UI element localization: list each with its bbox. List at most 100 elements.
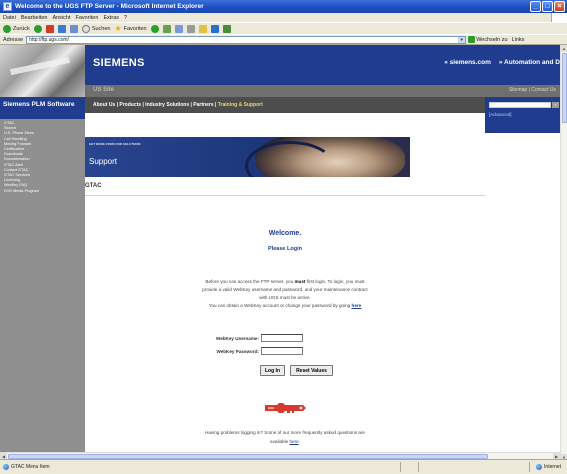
instructions-text: with UGS must be active. (259, 295, 311, 300)
menu-favorites[interactable]: Favoriten (76, 15, 99, 21)
site-search-input[interactable] (489, 102, 551, 108)
password-row: WebKey Password: (200, 347, 350, 355)
history-icon[interactable] (162, 24, 171, 33)
webkey-account-link[interactable]: here (352, 303, 362, 308)
login-button[interactable]: Log In (260, 365, 285, 376)
address-label: Adresse (3, 36, 24, 43)
site-search-panel: » [Advanced] (485, 97, 560, 133)
instructions-text: Before you can access the FTP server, yo… (205, 279, 295, 284)
main-nav: About Us | Products | Industry Solutions… (85, 97, 485, 113)
main-nav-training-support[interactable]: Training & Support (218, 102, 263, 108)
stop-icon[interactable] (45, 24, 54, 33)
messenger-icon[interactable] (210, 24, 219, 33)
address-url: http://ftp.ugs.com/ (29, 36, 69, 43)
security-zone: Internet (529, 462, 567, 472)
sitemap-links[interactable]: Sitemap | Contact Us (509, 87, 556, 93)
address-bar: Adresse http://ftp.ugs.com/ ▼ Wechseln z… (0, 34, 567, 45)
page-viewport: SIEMENS » siemens.com » Automation and D… (0, 45, 560, 461)
header-band: SIEMENS » siemens.com » Automation and D (85, 45, 560, 85)
print-icon[interactable] (186, 24, 195, 33)
edit-icon[interactable] (198, 24, 207, 33)
vertical-scroll-thumb[interactable] (562, 53, 567, 123)
username-row: WebKey Username: (200, 334, 350, 342)
menu-help[interactable]: ? (124, 15, 127, 21)
home-icon[interactable] (69, 24, 78, 33)
back-label: Zurück (13, 25, 30, 32)
please-login-heading: Please Login (268, 246, 302, 252)
mail-icon[interactable] (174, 24, 183, 33)
password-input[interactable] (261, 347, 303, 355)
menu-tools[interactable]: Extras (103, 15, 119, 21)
search-button[interactable]: Suchen (81, 24, 111, 33)
password-label: WebKey Password: (216, 348, 259, 354)
maximize-button[interactable]: □ (542, 1, 553, 12)
back-icon (3, 24, 11, 33)
instructions-text: first login. To login, you must (305, 279, 365, 284)
site-search-go-button[interactable]: » (552, 102, 559, 108)
section-divider (85, 195, 485, 196)
discuss-icon[interactable] (222, 24, 231, 33)
left-nav-item[interactable]: DVD Media Program (4, 189, 85, 194)
search-label: Suchen (91, 25, 111, 32)
header-photo (0, 45, 85, 97)
favorites-button[interactable]: ★ Favoriten (114, 24, 146, 33)
faq-link[interactable]: here (289, 439, 298, 444)
media-icon[interactable] (150, 24, 159, 33)
links-button[interactable]: Links (512, 37, 525, 43)
left-nav-title: Siemens PLM Software (0, 97, 85, 119)
close-button[interactable]: × (554, 1, 565, 12)
siemens-logo[interactable]: SIEMENS (93, 57, 145, 69)
go-button[interactable]: Wechseln zu (468, 36, 508, 43)
username-input[interactable] (261, 334, 303, 342)
address-dropdown-icon[interactable]: ▼ (458, 36, 466, 43)
status-cell (418, 462, 436, 472)
link-siemens-com[interactable]: » siemens.com (444, 59, 491, 66)
vertical-scrollbar[interactable]: ▲ ▼ (560, 45, 567, 461)
help-text-period: . (298, 439, 300, 444)
address-input[interactable]: http://ftp.ugs.com/ ▼ (26, 35, 467, 44)
back-button[interactable]: Zurück (3, 24, 30, 33)
ie-icon: e (3, 2, 12, 11)
zone-label: Internet (544, 464, 561, 470)
banner-caption: GET MORE FROM OUR SOLUTIONS (89, 142, 141, 146)
help-text-line: available (270, 439, 290, 444)
search-icon (81, 24, 90, 33)
menu-edit[interactable]: Bearbeiten (21, 15, 48, 21)
status-bar: GTAC Menu Item Internet (0, 459, 567, 474)
left-nav: Siemens PLM Software GTAC Search U.S. Ph… (0, 97, 85, 461)
instructions-must: must (294, 279, 306, 284)
support-banner: GET MORE FROM OUR SOLUTIONS Support (85, 137, 410, 177)
key-icon (265, 403, 306, 413)
login-instructions: Before you can access the FTP server, yo… (85, 278, 485, 310)
welcome-heading: Welcome. (268, 230, 302, 237)
window-controls: _ □ × (530, 1, 565, 12)
site-strip: US Site Sitemap | Contact Us (85, 85, 560, 97)
menu-view[interactable]: Ansicht (52, 15, 70, 21)
top-links: » siemens.com » Automation and D (444, 59, 560, 66)
windows-logo-icon (551, 13, 567, 22)
status-cell (400, 462, 418, 472)
refresh-icon[interactable] (57, 24, 66, 33)
favorites-label: Favoriten (123, 25, 147, 32)
horizontal-scrollbar[interactable]: ◀ ▶ (0, 452, 560, 460)
main-nav-links[interactable]: About Us | Products | Industry Solutions… (93, 102, 218, 108)
window-title: Welcome to the UGS FTP Server - Microsof… (15, 3, 204, 10)
link-automation[interactable]: » Automation and D (499, 59, 560, 66)
go-icon (468, 36, 476, 43)
main-nav-items: About Us | Products | Industry Solutions… (93, 102, 263, 108)
toolbar: Zurück Suchen ★ Favoriten (0, 22, 567, 34)
instructions-text: provide a valid WebKey username and pass… (202, 287, 368, 292)
globe-icon (536, 464, 543, 470)
section-title: GTAC (85, 183, 102, 189)
title-bar[interactable]: e Welcome to the UGS FTP Server - Micros… (0, 0, 567, 13)
instructions-text: You can obtain a WebKey account or chang… (208, 303, 352, 308)
minimize-button[interactable]: _ (530, 1, 541, 12)
reset-values-button[interactable]: Reset Values (290, 365, 333, 376)
menu-file[interactable]: Datei (3, 15, 16, 21)
help-text-line: Having problems logging in? Some of our … (205, 430, 365, 435)
forward-icon[interactable] (33, 24, 42, 33)
scroll-up-icon[interactable]: ▲ (561, 45, 567, 52)
advanced-search-link[interactable]: [Advanced] (489, 112, 512, 117)
us-site-label: US Site (93, 87, 115, 93)
status-message: GTAC Menu Item (0, 464, 400, 470)
